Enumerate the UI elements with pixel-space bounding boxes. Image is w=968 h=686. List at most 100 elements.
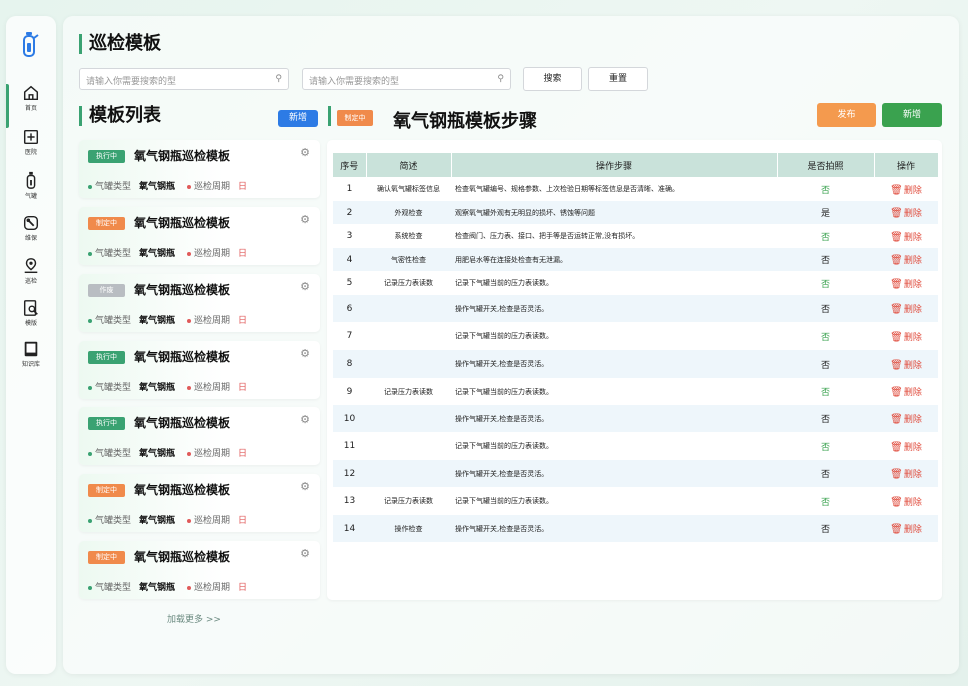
sidebar-item-knowledge-base[interactable]: 知识库: [6, 340, 56, 378]
delete-button[interactable]: 🗑删除: [890, 231, 922, 243]
delete-button[interactable]: 🗑删除: [890, 304, 922, 315]
sidebar-item-hospital[interactable]: 医院: [6, 128, 56, 166]
search-placeholder: 请输入你需要搜索的型: [86, 77, 177, 87]
home-icon: [23, 85, 39, 101]
period-value: 日: [238, 583, 248, 593]
search-placeholder: 请输入你需要搜索的型: [309, 77, 400, 87]
card-meta: 气罐类型 氧气钢瓶 巡检周期日: [88, 446, 247, 459]
template-card[interactable]: 制定中 氧气钢瓶巡检模板 ⚙ 气罐类型 氧气钢瓶 巡检周期日: [79, 541, 320, 599]
table-row: 4 气密性检查 用肥皂水等在连接处检查有无泄漏。否 🗑删除: [333, 248, 938, 271]
template-card[interactable]: 执行中 氧气钢瓶巡检模板 ⚙ 气罐类型 氧气钢瓶 巡检周期日: [79, 341, 320, 399]
row-summary: 记录压力表读数: [384, 279, 433, 287]
table-row: 2 外观检查 观察氧气罐外观有无明显的损坏、锈蚀等问题是 🗑删除: [333, 201, 938, 224]
template-card[interactable]: 执行中 氧气钢瓶巡检模板 ⚙ 气罐类型 氧气钢瓶 巡检周期日: [79, 407, 320, 465]
gear-icon[interactable]: ⚙: [300, 347, 310, 360]
dot-icon: [187, 251, 192, 256]
delete-button[interactable]: 🗑删除: [890, 442, 922, 453]
delete-button[interactable]: 🗑删除: [890, 360, 922, 371]
gear-icon[interactable]: ⚙: [300, 213, 310, 226]
dot-icon: [88, 451, 92, 456]
template-card[interactable]: 制定中 氧气钢瓶巡检模板 ⚙ 气罐类型 氧气钢瓶 巡检周期日: [79, 207, 320, 265]
sidebar-item-home[interactable]: 首页: [6, 84, 56, 128]
publish-button[interactable]: 发布: [817, 103, 876, 127]
load-more-link[interactable]: 加载更多 >>: [167, 612, 221, 625]
row-step: 记录下气罐当前的压力表读数。: [455, 332, 553, 340]
delete-label: 删除: [903, 525, 922, 535]
trash-icon: 🗑: [890, 331, 903, 343]
dot-icon: [88, 518, 92, 523]
sidebar-item-template[interactable]: 模版: [6, 299, 56, 337]
table-row: 7 记录下气罐当前的压力表读数。 否 🗑删除: [333, 322, 938, 350]
delete-button[interactable]: 🗑删除: [890, 255, 922, 266]
template-card[interactable]: 作废 氧气钢瓶巡检模板 ⚙ 气罐类型 氧气钢瓶 巡检周期日: [79, 274, 320, 332]
steps-table-container: 序号 简述 操作步骤 是否拍照 操作 1 确认氧气罐标签信息 检查氧气罐编号、规格参…: [327, 140, 942, 600]
delete-button[interactable]: 🗑删除: [890, 469, 922, 480]
table-header-row: 序号 简述 操作步骤 是否拍照 操作: [333, 153, 939, 177]
type-value: 氧气钢瓶: [139, 249, 176, 259]
gear-icon[interactable]: ⚙: [300, 413, 310, 426]
main-panel: 巡检模板 请输入你需要搜索的型 ⚲ 请输入你需要搜索的型 ⚲ 搜索 重置 模板列…: [63, 16, 959, 674]
dot-icon: [88, 385, 92, 390]
row-photo: 否: [777, 405, 874, 432]
search-icon: ⚲: [275, 74, 282, 84]
search-input-2[interactable]: 请输入你需要搜索的型 ⚲: [302, 68, 511, 90]
delete-button[interactable]: 🗑删除: [890, 387, 922, 398]
delete-button[interactable]: 🗑删除: [890, 496, 922, 508]
search-input-1[interactable]: 请输入你需要搜索的型 ⚲: [79, 68, 289, 90]
table-row: 6 操作气罐开关,检查是否灵活。否 🗑删除: [333, 295, 938, 322]
column-header: 操作: [874, 153, 939, 177]
card-meta: 气罐类型 氧气钢瓶 巡检周期日: [88, 313, 247, 326]
trash-icon: 🗑: [890, 496, 903, 508]
sidebar-item-inspection[interactable]: 巡检: [6, 257, 56, 295]
sidebar-item-maintenance[interactable]: 维保: [6, 214, 56, 252]
template-card[interactable]: 执行中 氧气钢瓶巡检模板 ⚙ 气罐类型 氧气钢瓶 巡检周期日: [79, 140, 320, 198]
row-action: 🗑删除: [874, 460, 938, 487]
add-template-button[interactable]: 新增: [278, 110, 318, 127]
steps-status-badge: 制定中: [337, 110, 373, 126]
trash-icon: 🗑: [890, 414, 903, 425]
search-button[interactable]: 搜索: [523, 67, 582, 91]
location-icon: [24, 258, 38, 274]
row-photo: 否: [820, 185, 830, 196]
delete-button[interactable]: 🗑删除: [890, 524, 922, 535]
row-photo: 否: [777, 515, 874, 542]
row-number: 4: [333, 248, 366, 271]
delete-label: 删除: [903, 415, 922, 425]
type-value: 氧气钢瓶: [139, 516, 176, 526]
row-action: 🗑删除: [874, 224, 938, 248]
gear-icon[interactable]: ⚙: [300, 480, 310, 493]
reset-button[interactable]: 重置: [588, 67, 648, 91]
delete-button[interactable]: 🗑删除: [890, 414, 922, 425]
column-header: 序号: [333, 153, 367, 177]
delete-button[interactable]: 🗑删除: [890, 331, 922, 343]
document-search-icon: [23, 300, 38, 316]
dot-icon: [88, 251, 92, 256]
gear-icon[interactable]: ⚙: [300, 146, 310, 159]
trash-icon: 🗑: [890, 304, 903, 315]
add-step-button[interactable]: 新增: [882, 103, 942, 127]
delete-label: 删除: [903, 497, 922, 508]
page-title: 巡检模板: [79, 34, 161, 54]
book-icon: [24, 341, 38, 357]
period-label: 巡检周期: [194, 316, 231, 326]
trash-icon: 🗑: [890, 231, 903, 243]
gear-icon[interactable]: ⚙: [300, 280, 310, 293]
delete-button[interactable]: 🗑删除: [890, 279, 922, 290]
column-header: 简述: [366, 153, 452, 177]
gear-icon[interactable]: ⚙: [300, 547, 310, 560]
template-card[interactable]: 制定中 氧气钢瓶巡检模板 ⚙ 气罐类型 氧气钢瓶 巡检周期日: [79, 474, 320, 532]
delete-button[interactable]: 🗑删除: [890, 185, 922, 196]
card-title: 氧气钢瓶巡检模板: [134, 550, 231, 564]
delete-button[interactable]: 🗑删除: [890, 208, 922, 219]
template-list-title: 模板列表: [79, 106, 161, 126]
type-value: 氧气钢瓶: [139, 316, 176, 326]
period-value: 日: [238, 516, 248, 526]
period-value: 日: [238, 449, 248, 459]
row-step: 检查阀门、压力表、接口、把手等是否运转正常,没有损坏。: [455, 232, 640, 240]
sidebar-item-gas-tank[interactable]: 气罐: [6, 170, 56, 208]
row-action: 🗑删除: [874, 405, 938, 432]
delete-label: 删除: [903, 305, 922, 315]
row-number: 12: [333, 460, 366, 487]
period-label: 巡检周期: [194, 449, 231, 459]
trash-icon: 🗑: [890, 387, 903, 398]
